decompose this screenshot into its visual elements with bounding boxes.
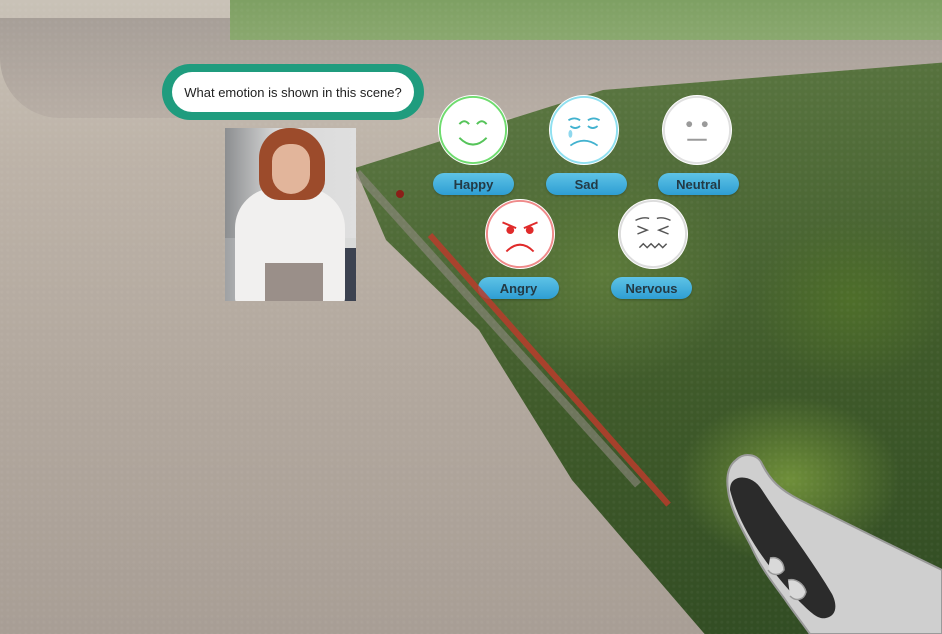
photo-face — [272, 144, 310, 194]
neutral-face-icon — [662, 95, 732, 165]
emotion-option-sad[interactable]: Sad — [546, 95, 628, 195]
emotion-label-neutral: Neutral — [658, 173, 739, 195]
emotion-label-happy: Happy — [433, 173, 514, 195]
question-text: What emotion is shown in this scene? — [172, 72, 414, 112]
scene-photo — [225, 128, 356, 301]
emotion-label-sad: Sad — [546, 173, 627, 195]
emotion-option-neutral[interactable]: Neutral — [658, 95, 740, 195]
emotion-option-happy[interactable]: Happy — [433, 95, 515, 195]
photo-trousers — [265, 263, 323, 301]
happy-face-icon — [438, 95, 508, 165]
emotion-option-angry[interactable]: Angry — [478, 199, 560, 299]
sad-face-icon — [549, 95, 619, 165]
vr-controller-hand-icon — [726, 454, 942, 634]
pointer-cursor-dot — [396, 190, 404, 198]
angry-face-icon — [485, 199, 555, 269]
emotion-label-angry: Angry — [478, 277, 559, 299]
emotion-label-nervous: Nervous — [611, 277, 692, 299]
emotion-option-nervous[interactable]: Nervous — [611, 199, 693, 299]
question-bubble: What emotion is shown in this scene? — [162, 64, 424, 120]
nervous-face-icon — [618, 199, 688, 269]
